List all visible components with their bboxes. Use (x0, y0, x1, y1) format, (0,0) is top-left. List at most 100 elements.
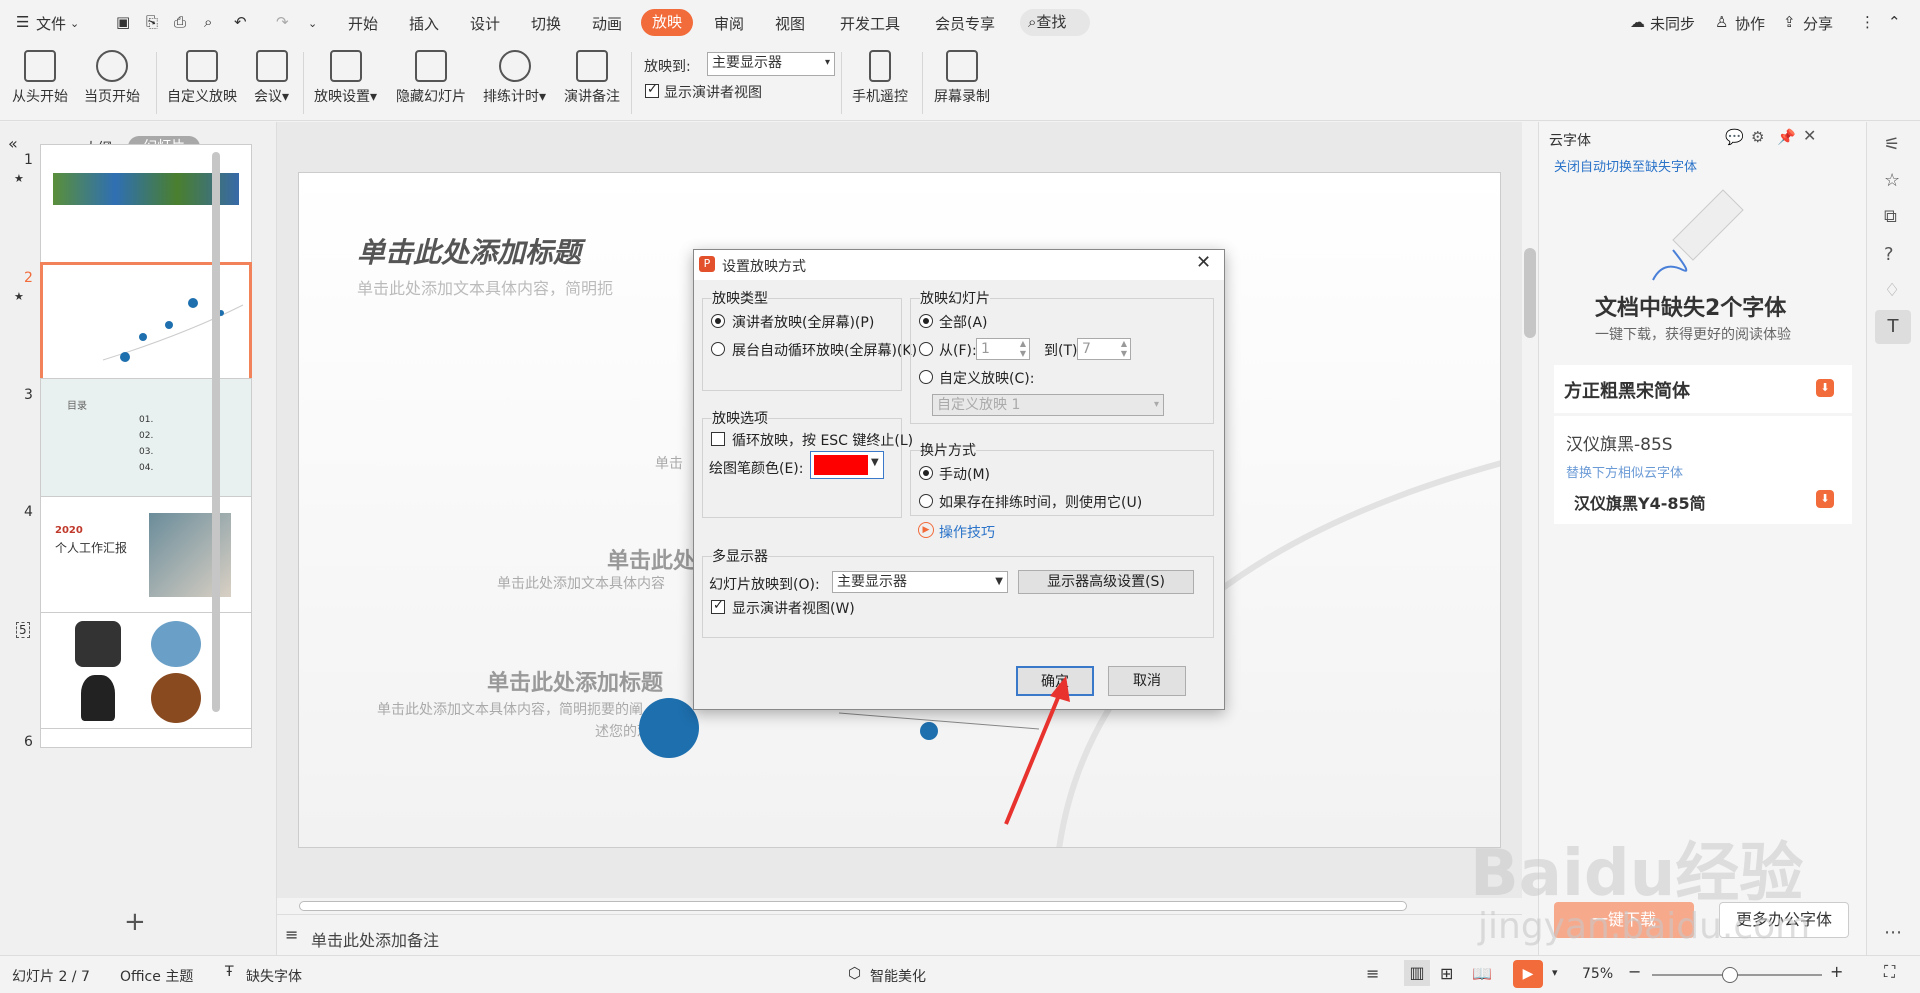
lightbulb-icon[interactable]: ♢ (1884, 280, 1900, 301)
print-icon[interactable]: ⎙ (174, 13, 186, 31)
hamburger-icon[interactable]: ☰ (16, 13, 29, 31)
slide-thumbnail-5[interactable] (40, 612, 252, 731)
show-to-select[interactable]: 主要显示器 ▼ (832, 571, 1008, 593)
chevron-down-icon[interactable]: ▾ (1552, 966, 1558, 979)
presenter-view-checkbox[interactable] (711, 598, 725, 614)
reading-view-icon[interactable]: 📖 (1472, 964, 1492, 983)
custom-show-select[interactable]: 自定义放映 1 ▾ (932, 394, 1164, 416)
kiosk-radio[interactable] (711, 342, 725, 356)
customize-icon[interactable]: ⌄ (308, 17, 317, 30)
file-menu[interactable]: 文件 (36, 13, 66, 34)
phone-remote-button[interactable]: 手机遥控 (852, 50, 908, 106)
cancel-button[interactable]: 取消 (1108, 666, 1186, 696)
chat-icon[interactable]: 💬 (1725, 128, 1744, 146)
pin-icon[interactable]: 📌 (1777, 128, 1796, 146)
save-icon[interactable]: ▣ (116, 13, 130, 31)
play-button[interactable]: ▶ (1513, 960, 1543, 988)
collapse-panel-icon[interactable]: « (8, 134, 18, 153)
tips-link[interactable]: 操作技巧 (939, 522, 995, 542)
from-stepper[interactable]: 1 ▲ ▼ (976, 338, 1030, 360)
sorter-view-icon[interactable]: ⊞ (1440, 964, 1453, 983)
export-icon[interactable]: ⎘ (146, 13, 158, 31)
screen-record-button[interactable]: 屏幕录制 (934, 50, 990, 106)
advanced-display-button[interactable]: 显示器高级设置(S) (1018, 570, 1194, 594)
from-current-button[interactable]: 当页开始 (84, 50, 140, 106)
collapse-ribbon-icon[interactable]: ⌃ (1888, 13, 1901, 31)
help-icon[interactable]: ? (1884, 244, 1894, 265)
collab-button[interactable]: 协作 (1735, 13, 1765, 34)
tab-member[interactable]: 会员专享 (935, 13, 995, 34)
notes-bar[interactable]: ≡ 单击此处添加备注 (277, 914, 1522, 955)
chevron-down-icon[interactable]: ⌄ (70, 17, 79, 30)
presenter-view-checkbox[interactable] (645, 82, 659, 98)
font-card[interactable]: 汉仪旗黑-85S 替换下方相似云字体 汉仪旗黑Y4-85简 ⬇ (1554, 416, 1852, 524)
slide-thumbnail-3[interactable]: 目录 01. 02. 03. 04. (40, 378, 252, 497)
loop-checkbox[interactable] (711, 432, 725, 446)
panel-header[interactable]: 云字体 (1549, 130, 1591, 150)
more-icon[interactable]: ⋮ (1860, 13, 1875, 31)
theme-name[interactable]: Office 主题 (120, 966, 193, 986)
tab-animation[interactable]: 动画 (592, 13, 622, 34)
thumbnail-scrollbar[interactable] (212, 152, 220, 712)
search-button[interactable]: ⌕查找 (1020, 9, 1090, 36)
gear-icon[interactable]: ⚙ (1751, 128, 1764, 146)
preview-icon[interactable]: ⌕ (204, 13, 212, 31)
scroll-thumb[interactable] (299, 901, 1407, 911)
copy-icon[interactable]: ⧉ (1884, 206, 1897, 227)
tab-developer[interactable]: 开发工具 (840, 13, 900, 34)
custom-show-button[interactable]: 自定义放映 (167, 50, 237, 106)
font-card[interactable]: 方正粗黑宋简体 ⬇ (1554, 365, 1852, 413)
show-to-select[interactable]: 主要显示器 ▾ (707, 52, 835, 76)
to-stepper[interactable]: 7 ▲ ▼ (1077, 338, 1131, 360)
tab-transition[interactable]: 切换 (531, 13, 561, 34)
font-panel-icon[interactable]: T (1875, 310, 1911, 344)
tab-design[interactable]: 设计 (470, 13, 500, 34)
meeting-button[interactable]: 会议▾ (254, 50, 289, 106)
tab-view[interactable]: 视图 (775, 13, 805, 34)
close-icon[interactable]: ✕ (1196, 252, 1211, 273)
close-icon[interactable]: ✕ (1803, 126, 1816, 145)
missing-font-button[interactable]: 缺失字体 (246, 966, 302, 986)
smart-beautify-button[interactable]: 智能美化 (870, 966, 926, 986)
pen-color-picker[interactable]: ▼ (810, 451, 884, 479)
use-timings-radio[interactable] (919, 494, 933, 508)
tab-home[interactable]: 开始 (348, 13, 378, 34)
show-settings-button[interactable]: 放映设置▾ (314, 50, 377, 106)
more-icon[interactable]: ⋯ (1884, 922, 1902, 943)
star-icon[interactable]: ☆ (1884, 170, 1900, 191)
presenter-radio[interactable] (711, 314, 725, 328)
redo-icon[interactable]: ↷ (276, 13, 289, 31)
horizontal-scrollbar[interactable] (277, 898, 1522, 914)
from-radio[interactable] (919, 342, 933, 356)
hide-slide-button[interactable]: 隐藏幻灯片 (396, 50, 466, 106)
rehearse-button[interactable]: 排练计时▾ (483, 50, 546, 106)
custom-show-radio[interactable] (919, 370, 933, 384)
from-start-button[interactable]: 从头开始 (12, 50, 68, 106)
tab-review[interactable]: 审阅 (714, 13, 744, 34)
zoom-in-icon[interactable]: + (1830, 962, 1843, 981)
slide-thumbnail-4[interactable]: 2020 个人工作汇报 (40, 496, 252, 615)
manual-radio[interactable] (919, 466, 933, 480)
download-icon[interactable]: ⬇ (1816, 490, 1834, 508)
notes-placeholder[interactable]: 单击此处添加备注 (311, 927, 439, 951)
sliders-icon[interactable]: ⚟ (1884, 134, 1900, 155)
slide-thumbnail-6[interactable] (40, 728, 252, 748)
normal-view-icon[interactable]: ▥ (1404, 960, 1430, 986)
tab-slideshow[interactable]: 放映 (641, 9, 693, 36)
add-slide-button[interactable]: + (124, 907, 146, 937)
tab-insert[interactable]: 插入 (409, 13, 439, 34)
zoom-level[interactable]: 75% (1582, 966, 1613, 982)
slide-thumbnail-1[interactable] (40, 144, 252, 264)
zoom-out-icon[interactable]: − (1628, 962, 1641, 981)
scroll-thumb[interactable] (1524, 248, 1536, 338)
all-slides-radio[interactable] (919, 314, 933, 328)
undo-icon[interactable]: ↶ (234, 13, 247, 31)
speaker-notes-button[interactable]: 演讲备注 (564, 50, 620, 106)
sync-status[interactable]: 未同步 (1650, 13, 1695, 34)
zoom-handle[interactable] (1722, 967, 1738, 983)
download-icon[interactable]: ⬇ (1816, 379, 1834, 397)
share-button[interactable]: 分享 (1803, 13, 1833, 34)
slide-thumbnail-2[interactable] (40, 262, 252, 385)
fit-window-icon[interactable]: ⛶ (1884, 962, 1895, 982)
notes-toggle-icon[interactable]: ≡ (1366, 964, 1379, 983)
